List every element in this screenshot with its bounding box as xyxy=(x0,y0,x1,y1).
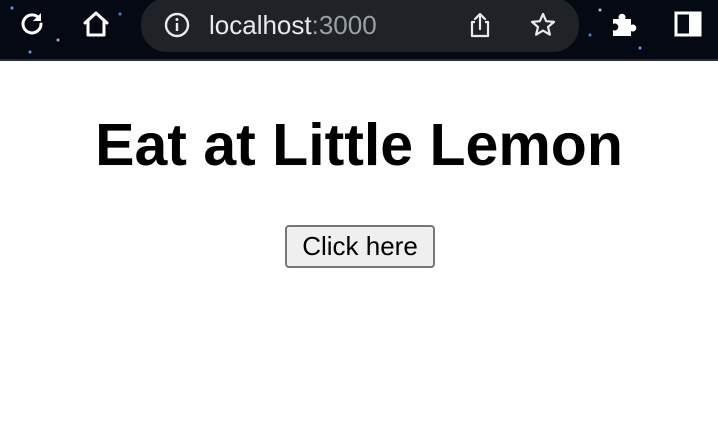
info-icon[interactable] xyxy=(163,11,191,39)
home-icon[interactable] xyxy=(81,9,111,39)
url-host: localhost xyxy=(209,10,312,40)
address-bar[interactable]: localhost:3000 xyxy=(141,0,579,52)
star-icon[interactable] xyxy=(529,11,557,39)
page-title: Eat at Little Lemon xyxy=(95,112,623,178)
url-port: :3000 xyxy=(311,10,377,40)
reload-icon[interactable] xyxy=(17,9,47,39)
click-here-button[interactable]: Click here xyxy=(285,225,435,268)
side-panel-icon[interactable] xyxy=(673,9,703,39)
url-text[interactable]: localhost:3000 xyxy=(209,10,377,40)
browser-toolbar: localhost:3000 xyxy=(0,0,718,61)
share-icon[interactable] xyxy=(466,11,494,39)
extensions-icon[interactable] xyxy=(609,9,639,39)
page-content: Eat at Little Lemon Click here xyxy=(0,61,718,446)
